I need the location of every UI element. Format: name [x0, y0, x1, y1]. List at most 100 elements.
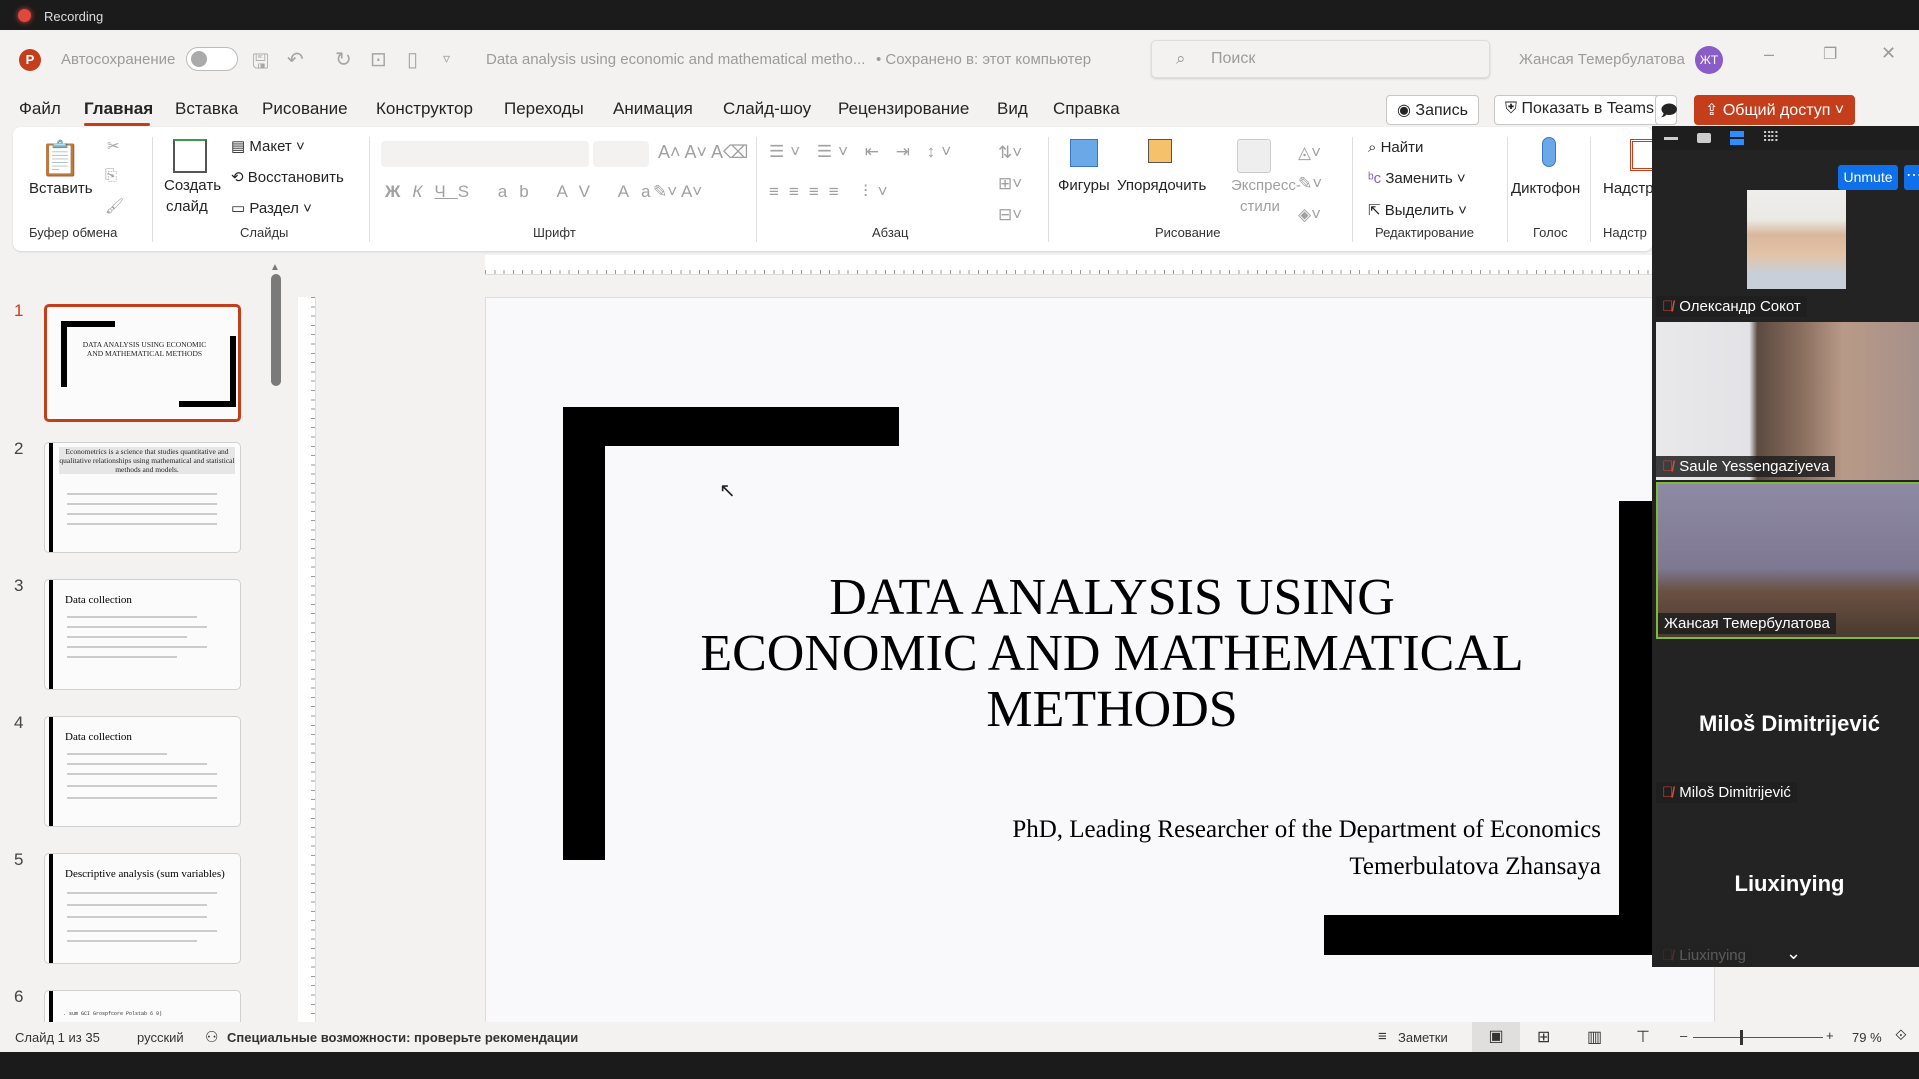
tab-slideshow[interactable]: Слайд-шоу [723, 99, 811, 119]
frame-bottom-right-horizontal [1324, 915, 1664, 955]
record-button[interactable]: ◉ Запись [1386, 95, 1479, 125]
thumbnails-scrollbar[interactable] [271, 274, 281, 386]
zoom-out-icon[interactable]: – [1680, 1028, 1687, 1043]
section-button[interactable]: Раздел [249, 200, 299, 217]
slide-thumbnail-4[interactable]: Data collection [44, 716, 241, 827]
tab-animations[interactable]: Анимация [613, 99, 693, 119]
slide-thumbnail-1[interactable]: DATA ANALYSIS USING ECONOMIC AND MATHEMA… [44, 304, 241, 422]
reset-button[interactable]: Восстановить [248, 169, 344, 186]
arrange-button[interactable]: Упорядочить [1117, 177, 1206, 194]
close-icon[interactable]: ✕ [1881, 43, 1896, 64]
tab-draw[interactable]: Рисование [262, 99, 348, 119]
slide-thumbnail-2[interactable]: Econometrics is a science that studies q… [44, 442, 241, 553]
slide-thumbnail-3[interactable]: Data collection [44, 579, 241, 690]
more-options-button[interactable]: ⋯ [1904, 165, 1919, 190]
participant-tile[interactable]: Miloš Dimitrijević 🎙̸ Miloš Dimitrijević [1656, 649, 1919, 809]
autosave-toggle[interactable] [186, 47, 238, 71]
shapes-button[interactable]: Фигуры [1058, 177, 1110, 194]
share-button[interactable]: ⇪ Общий доступ ˅ [1694, 95, 1856, 125]
quick-styles-button[interactable]: Экспресс- [1231, 177, 1301, 194]
slideshow-icon[interactable]: ⊤ [1636, 1027, 1650, 1047]
format-painter-icon[interactable]: 🖌 [105, 197, 124, 215]
normal-view-icon[interactable]: ▣ [1472, 1022, 1520, 1052]
font-family-select[interactable] [381, 141, 589, 167]
new-file-icon[interactable]: ▯ [407, 47, 418, 72]
search-box[interactable]: ⌕ Поиск [1151, 40, 1490, 78]
paste-button[interactable]: Вставить [29, 180, 93, 197]
tab-home[interactable]: Главная [84, 99, 153, 119]
comment-icon: 🗩 [1660, 103, 1678, 120]
text-direction-icons[interactable]: ⇅˅ ⊞˅ ⊟˅ [998, 137, 1022, 230]
copy-icon[interactable]: ⎘ [105, 167, 117, 184]
find-button[interactable]: Найти [1381, 139, 1424, 156]
replace-button[interactable]: Заменить [1385, 170, 1452, 187]
scroll-up-icon[interactable]: ▲ [270, 262, 280, 273]
save-icon[interactable]: 🖫 [252, 47, 269, 81]
thumbnail-title: Data collection [65, 731, 132, 743]
shape-fill-outline-icons[interactable]: ◬˅ ✎˅ ◈˅ [1298, 137, 1322, 230]
align-icons[interactable]: ≡≡≡≡ ⫶˅ [769, 182, 898, 202]
present-icon[interactable]: ⊡ [370, 47, 387, 72]
comments-button[interactable]: 🗩 [1655, 95, 1678, 125]
zoom-in-icon[interactable]: + [1826, 1028, 1834, 1043]
minimize-icon[interactable]: – [1764, 44, 1774, 65]
present-in-teams-button[interactable]: ⛨ Показать в Teams [1494, 95, 1665, 125]
thumbnail-title: Data collection [65, 594, 132, 606]
tab-help[interactable]: Справка [1053, 99, 1120, 119]
minimize-view-icon[interactable] [1664, 137, 1678, 140]
avatar[interactable]: ЖТ [1695, 46, 1723, 74]
participant-tile[interactable]: Liuxinying 🎙̸ Liuxinying ⌄ [1656, 809, 1919, 967]
slide-sorter-icon[interactable]: ⊞ [1537, 1027, 1550, 1047]
zoom-slider[interactable] [1693, 1030, 1823, 1045]
font-size-select[interactable] [593, 141, 649, 167]
group-label-addins: Надстр [1603, 225, 1647, 240]
restore-icon[interactable]: ❐ [1823, 44, 1837, 64]
slide-thumbnail-5[interactable]: Descriptive analysis (sum variables) [44, 853, 241, 964]
frame-top-left-horizontal [563, 407, 899, 446]
font-format-icons[interactable]: ЖКЧS ab AV Aa [385, 182, 663, 202]
unmute-button[interactable]: Unmute [1838, 165, 1898, 190]
customize-qat-icon[interactable]: ▿ [443, 50, 450, 67]
reading-view-icon[interactable]: ▥ [1587, 1027, 1602, 1047]
cut-icon[interactable]: ✂ [107, 137, 120, 155]
tab-file[interactable]: Файл [19, 99, 61, 119]
zoom-level[interactable]: 79 % [1852, 1030, 1882, 1045]
tab-review[interactable]: Рецензирование [838, 99, 969, 119]
active-tab-underline [84, 123, 150, 126]
slide-number: 5 [14, 850, 24, 869]
tab-design[interactable]: Конструктор [376, 99, 473, 119]
slide-subtitle[interactable]: PhD, Leading Researcher of the Departmen… [786, 811, 1601, 885]
undo-icon[interactable]: ↶ [287, 47, 304, 72]
fit-slide-icon[interactable]: ⟐ [1895, 1027, 1907, 1044]
scroll-down-chevron-icon[interactable]: ⌄ [1786, 943, 1801, 964]
save-status[interactable]: • Сохранено в: этот компьютер [876, 51, 1091, 68]
speaker-view-icon[interactable] [1697, 133, 1711, 143]
group-label-slides: Слайды [240, 225, 289, 240]
quick-styles-label[interactable]: стили [1240, 198, 1280, 215]
accessibility-status[interactable]: Специальные возможности: проверьте реком… [227, 1030, 578, 1045]
participant-tile[interactable]: 🎙̸ Олександр Сокот [1656, 190, 1919, 322]
slide-canvas[interactable]: DATA ANALYSIS USING ECONOMIC AND MATHEMAT… [485, 297, 1715, 1034]
participant-name: Miloš Dimitrijević [1679, 784, 1791, 801]
gallery-view-icon[interactable]: ⠿⠿ [1762, 129, 1779, 146]
participant-tile-active-speaker[interactable]: Жансая Темербулатова [1656, 482, 1919, 639]
language-status[interactable]: русский [137, 1030, 184, 1045]
select-button[interactable]: Выделить [1385, 202, 1454, 219]
notes-button[interactable]: Заметки [1398, 1030, 1448, 1045]
dictate-button[interactable]: Диктофон [1511, 180, 1580, 197]
tab-view[interactable]: Вид [997, 99, 1028, 119]
highlight-color-icon[interactable]: ✎˅ A˅ [653, 182, 702, 202]
new-slide-button[interactable]: Создать [164, 177, 221, 194]
addins-button[interactable]: Надстр [1603, 180, 1654, 197]
list-icons[interactable]: ☰˅ ☰˅ ⇤ ⇥ ↕˅ [769, 142, 957, 162]
slide-title[interactable]: DATA ANALYSIS USING ECONOMIC AND MATHEMAT… [636, 570, 1588, 738]
new-slide-button-label[interactable]: слайд [166, 198, 208, 215]
document-title[interactable]: Data analysis using economic and mathema… [486, 51, 865, 68]
font-grow-icon[interactable]: A˄ A˅ A⌫ [658, 142, 749, 163]
redo-icon[interactable]: ↻ [335, 47, 352, 72]
tab-insert[interactable]: Вставка [175, 99, 238, 119]
strip-view-icon[interactable] [1730, 131, 1744, 145]
tab-transitions[interactable]: Переходы [504, 99, 584, 119]
participant-tile[interactable]: 🎙̸ Saule Yessengaziyeva [1656, 322, 1919, 480]
layout-button[interactable]: Макет [249, 138, 291, 155]
